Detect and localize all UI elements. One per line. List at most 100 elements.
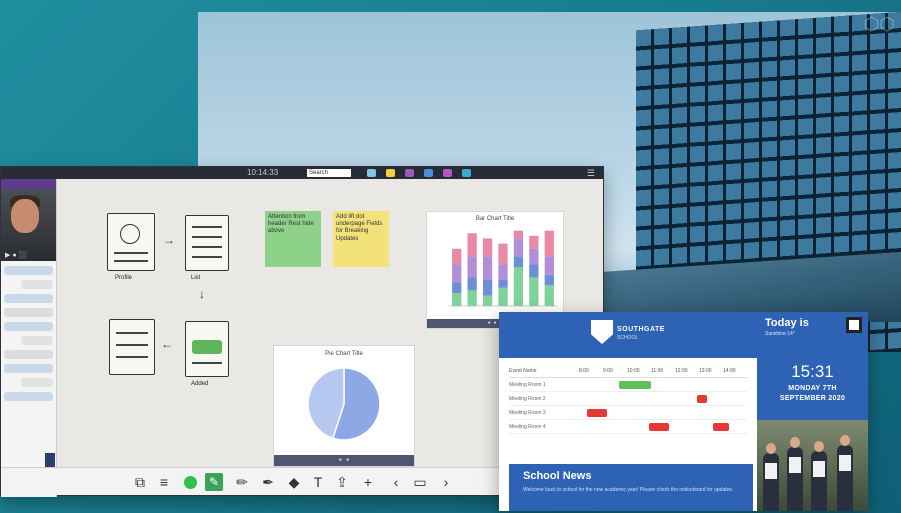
schedule-header-cell: 8:00 — [579, 368, 589, 374]
school-signage-screen: SOUTHGATE SCHOOL Event Name 8:00 9:00 10… — [499, 312, 868, 511]
student-shirt — [789, 457, 801, 473]
marker-icon[interactable]: ✏ — [233, 473, 251, 491]
bar-segment — [513, 230, 524, 239]
chat-message — [4, 294, 53, 303]
search-input[interactable]: Search — [307, 169, 351, 177]
schedule-header-cell: 11:00 — [651, 368, 664, 374]
sketch-line — [114, 252, 148, 254]
bar-segment — [544, 256, 554, 275]
bar-segment — [529, 248, 539, 265]
bar-segment — [467, 256, 477, 278]
next-icon[interactable]: › — [437, 473, 455, 491]
chat-message — [4, 266, 53, 275]
signage-main-panel: SOUTHGATE SCHOOL Event Name 8:00 9:00 10… — [499, 312, 757, 511]
palette-color-swatch[interactable] — [443, 169, 452, 177]
palette-color-swatch[interactable] — [367, 169, 376, 177]
student-figure — [763, 443, 779, 511]
schedule-header-cell: 13:00 — [699, 368, 712, 374]
schedule-event[interactable] — [619, 381, 651, 389]
student-head — [840, 435, 850, 446]
sticky-note-icon[interactable]: ◆ — [285, 473, 303, 491]
schedule-header-cell: 10:00 — [627, 368, 640, 374]
color-dot-icon[interactable] — [181, 473, 199, 491]
sketch-line — [114, 260, 148, 262]
news-title: School News — [523, 470, 592, 482]
wireframe-sketch-form[interactable] — [109, 319, 155, 375]
student-figure — [811, 441, 827, 511]
wireframe-sketch-added[interactable] — [185, 321, 229, 377]
date-line-2: SEPTEMBER 2020 — [779, 395, 846, 402]
bar-segment — [544, 285, 554, 306]
bar-chart-title: Bar Chart Title — [475, 216, 515, 222]
student-shirt — [839, 455, 851, 471]
menu-icon[interactable]: ≡ — [155, 473, 173, 491]
qr-code-icon — [846, 317, 862, 333]
screens-icon[interactable]: ⧉ — [131, 473, 149, 491]
text-icon[interactable]: T — [309, 473, 327, 491]
schedule-event[interactable] — [713, 423, 729, 431]
pie-chart-title: Pie Chart Title — [325, 351, 363, 357]
chat-message — [4, 350, 53, 359]
bar-segment — [467, 277, 477, 291]
sketch-line — [192, 246, 222, 248]
schedule-event[interactable] — [697, 395, 707, 403]
sidebar-title-bar — [1, 179, 56, 189]
chat-message — [4, 308, 53, 317]
bar-segment — [482, 238, 493, 257]
highlighter-icon[interactable]: ✒ — [259, 473, 277, 491]
pen-icon[interactable]: ✎ — [205, 473, 223, 491]
pie-chart-footer: ● ● — [274, 455, 414, 466]
pie-chart-plot — [307, 367, 381, 441]
palette-color-swatch[interactable] — [462, 169, 471, 177]
bar-segment — [529, 277, 539, 306]
arrow-right-drawing: → — [163, 233, 175, 247]
send-button[interactable] — [45, 453, 55, 467]
school-news-panel: School News Welcome back to school for t… — [509, 464, 753, 511]
bar-segment — [467, 233, 477, 257]
schedule-header-cell: 14:00 — [723, 368, 736, 374]
student-figure — [837, 435, 853, 511]
pie-chart-widget[interactable]: Pie Chart Title ● ● — [273, 345, 415, 467]
signage-clock: 15:31 — [791, 362, 834, 381]
bar-segment — [498, 243, 508, 265]
add-icon[interactable]: + — [359, 473, 377, 491]
page-icon[interactable]: ▭ — [411, 473, 429, 491]
profile-circle-drawing — [120, 224, 140, 244]
chat-message — [21, 336, 53, 345]
palette-color-swatch[interactable] — [424, 169, 433, 177]
menu-icon[interactable]: ☰ — [587, 167, 595, 179]
arrow-down-drawing: ↓ — [199, 287, 205, 301]
sketch-line — [192, 256, 222, 258]
schedule-event[interactable] — [649, 423, 669, 431]
bar-segment — [513, 267, 524, 306]
sketch-line — [116, 356, 148, 358]
chat-message — [4, 322, 53, 331]
bar-segment — [482, 256, 493, 280]
bar-segment — [544, 274, 554, 286]
schedule-header-cell: Event Name — [509, 368, 537, 374]
participant-avatar — [11, 199, 39, 233]
bar-segment — [498, 264, 508, 280]
chat-message — [4, 392, 53, 401]
palette-color-swatch[interactable] — [386, 169, 395, 177]
prev-icon[interactable]: ‹ — [387, 473, 405, 491]
sticky-note-green[interactable]: Attention from header Rest hide above — [265, 211, 321, 267]
video-call-tile[interactable]: ▶ ● ⬛ — [1, 189, 56, 261]
upload-icon[interactable]: ⇪ — [333, 473, 351, 491]
student-shirt — [813, 461, 825, 477]
student-head — [766, 443, 776, 454]
sketch-line — [192, 362, 222, 364]
student-head — [790, 437, 800, 448]
schedule-row: Meeting Room 2 — [509, 392, 747, 406]
room-schedule: Event Name 8:00 9:00 10:00 11:00 12:00 1… — [509, 368, 747, 434]
sketch-label-profile: Profile — [115, 275, 133, 281]
sketch-line — [116, 344, 148, 346]
wireframe-sketch-list[interactable] — [185, 215, 229, 271]
today-label: Today is — [765, 317, 809, 329]
wireframe-sketch-profile[interactable] — [107, 213, 155, 271]
palette-color-swatch[interactable] — [405, 169, 414, 177]
bar-segment — [529, 235, 539, 249]
video-controls-icon[interactable]: ▶ ● ⬛ — [5, 251, 27, 259]
sticky-note-yellow[interactable]: Add lift dot underpage Fields for Breaki… — [333, 211, 389, 267]
schedule-event[interactable] — [587, 409, 607, 417]
